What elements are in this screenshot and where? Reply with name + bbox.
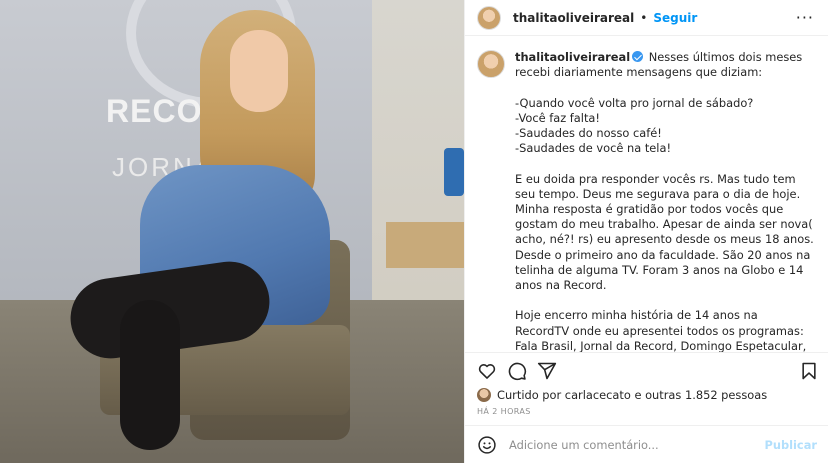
header-separator: • — [640, 10, 648, 25]
comment-input[interactable] — [509, 437, 765, 452]
publish-button[interactable]: Publicar — [765, 438, 817, 452]
comment-icon[interactable] — [507, 361, 527, 381]
liker-avatar[interactable] — [477, 388, 491, 402]
send-icon[interactable] — [537, 361, 557, 381]
avatar[interactable] — [477, 5, 501, 30]
post-header: thalitaoliveirareal • Seguir ··· — [465, 0, 828, 36]
header-username[interactable]: thalitaoliveirareal — [513, 11, 634, 25]
photo-face — [230, 30, 288, 112]
instagram-post-modal: RECORDT JORNA thalitaoliveirareal • Segu… — [0, 0, 828, 463]
action-bar — [465, 352, 828, 386]
follow-button[interactable]: Seguir — [653, 11, 697, 25]
caption-avatar[interactable] — [477, 50, 505, 78]
caption-text: Nesses últimos dois meses recebi diariam… — [515, 50, 814, 352]
caption-username[interactable]: thalitaoliveirareal — [515, 50, 630, 64]
likes-row: Curtido por carlacecato e outras 1.852 p… — [477, 388, 767, 402]
verified-badge-icon — [632, 51, 644, 62]
caption-text-wrap: thalitaoliveirareal Nesses últimos dois … — [515, 50, 815, 352]
photo-box — [386, 222, 464, 268]
heart-icon[interactable] — [477, 361, 497, 381]
likes-text[interactable]: Curtido por carlacecato e outras 1.852 p… — [497, 388, 767, 402]
post-timestamp[interactable]: HÁ 2 HORAS — [477, 407, 531, 416]
post-side-panel: thalitaoliveirareal • Seguir ··· thalita… — [464, 0, 828, 463]
photo-shin — [120, 300, 180, 450]
bookmark-icon[interactable] — [799, 361, 819, 381]
post-photo[interactable]: RECORDT JORNA — [0, 0, 464, 463]
comment-box: Publicar — [465, 425, 828, 463]
caption-block: thalitaoliveirareal Nesses últimos dois … — [465, 36, 828, 352]
emoji-icon[interactable] — [477, 435, 497, 455]
more-options-icon[interactable]: ··· — [796, 8, 814, 27]
photo-cooler — [444, 148, 464, 196]
